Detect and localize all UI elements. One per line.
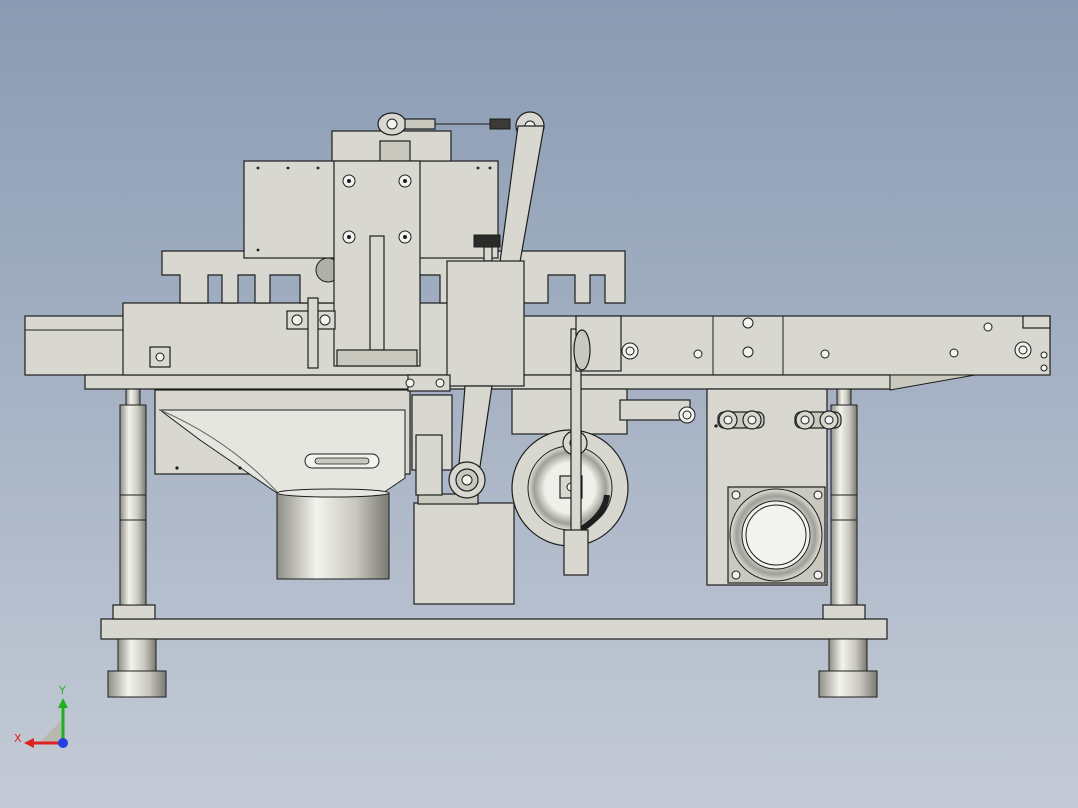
motor-box	[413, 493, 515, 605]
connecting-rod	[448, 385, 493, 499]
cad-viewport[interactable]: X Y	[0, 0, 1078, 808]
leveling-foot-left	[107, 638, 167, 698]
base-plate	[100, 604, 888, 640]
orientation-triad: X Y	[10, 684, 80, 754]
hopper	[154, 389, 411, 496]
outlet-cylinder	[276, 488, 390, 580]
triad-y-label: Y	[59, 684, 66, 697]
triad-x-label: X	[14, 732, 22, 745]
leveling-foot-right	[818, 638, 878, 698]
conveyor-frame	[24, 302, 1051, 391]
gearbox-housing	[706, 388, 842, 586]
machine-model[interactable]	[0, 0, 1078, 808]
